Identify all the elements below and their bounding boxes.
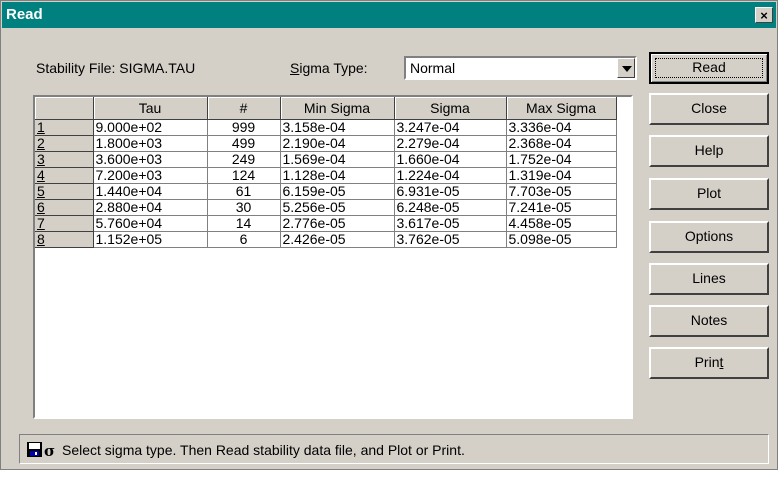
close-button[interactable]: Close bbox=[649, 93, 769, 125]
floppy-sigma-icon: σ bbox=[27, 442, 55, 458]
table-row[interactable]: 7 5.760e+04 14 2.776e-05 3.617e-05 4.458e-05 bbox=[35, 215, 617, 232]
window-title: Read bbox=[6, 6, 43, 23]
read-dialog: Read × Stability File: SIGMA.TAU Sigma T… bbox=[0, 0, 778, 470]
sigma-table: Tau # Min Sigma Sigma Max Sigma 1 9.000e+… bbox=[35, 97, 617, 248]
table-row[interactable]: 8 1.152e+05 6 2.426e-05 3.762e-05 5.098e-05 bbox=[35, 231, 617, 248]
read-button[interactable]: Read bbox=[649, 52, 769, 84]
sigma-cell[interactable]: 1.224e-04 bbox=[394, 167, 507, 184]
status-message: Select sigma type. Then Read stability d… bbox=[62, 442, 465, 458]
table-row[interactable]: 6 2.880e+04 30 5.256e-05 6.248e-05 7.241e-05 bbox=[35, 199, 617, 216]
sigma-type-select[interactable]: Normal bbox=[404, 56, 637, 80]
column-header-sigma[interactable]: Sigma bbox=[394, 97, 507, 120]
tau-cell[interactable]: 3.600e+03 bbox=[93, 151, 208, 168]
column-header-tau[interactable]: Tau bbox=[93, 97, 208, 120]
title-bar: Read × bbox=[2, 2, 776, 28]
sigma-cell[interactable]: 3.762e-05 bbox=[394, 231, 507, 248]
tau-cell[interactable]: 1.440e+04 bbox=[93, 183, 208, 200]
max-sigma-cell[interactable]: 1.319e-04 bbox=[506, 167, 617, 184]
min-sigma-cell[interactable]: 1.569e-04 bbox=[280, 151, 395, 168]
column-header-min-sigma[interactable]: Min Sigma bbox=[280, 97, 395, 120]
column-header-max-sigma[interactable]: Max Sigma bbox=[506, 97, 617, 120]
table-row[interactable]: 1 9.000e+02 999 3.158e-04 3.247e-04 3.336e-04 bbox=[35, 119, 617, 136]
max-sigma-cell[interactable]: 7.241e-05 bbox=[506, 199, 617, 216]
table-header-row: Tau # Min Sigma Sigma Max Sigma bbox=[35, 97, 617, 120]
row-header[interactable]: 1 bbox=[35, 119, 94, 136]
lines-button[interactable]: Lines bbox=[649, 263, 769, 295]
count-cell[interactable]: 61 bbox=[207, 183, 281, 200]
print-button[interactable]: Print bbox=[649, 347, 769, 379]
dropdown-arrow-icon[interactable] bbox=[617, 58, 635, 78]
max-sigma-cell[interactable]: 2.368e-04 bbox=[506, 135, 617, 152]
sigma-type-value: Normal bbox=[410, 60, 456, 76]
count-cell[interactable]: 6 bbox=[207, 231, 281, 248]
status-bar: σ Select sigma type. Then Read stability… bbox=[19, 434, 769, 464]
row-header[interactable]: 7 bbox=[35, 215, 94, 232]
row-header[interactable]: 4 bbox=[35, 167, 94, 184]
notes-button[interactable]: Notes bbox=[649, 305, 769, 337]
tau-cell[interactable]: 5.760e+04 bbox=[93, 215, 208, 232]
options-button[interactable]: Options bbox=[649, 221, 769, 253]
help-button[interactable]: Help bbox=[649, 135, 769, 167]
tau-cell[interactable]: 9.000e+02 bbox=[93, 119, 208, 136]
count-cell[interactable]: 30 bbox=[207, 199, 281, 216]
column-header-corner[interactable] bbox=[35, 97, 94, 120]
min-sigma-cell[interactable]: 2.426e-05 bbox=[280, 231, 395, 248]
min-sigma-cell[interactable]: 6.159e-05 bbox=[280, 183, 395, 200]
sigma-cell[interactable]: 2.279e-04 bbox=[394, 135, 507, 152]
sigma-data-grid[interactable]: Tau # Min Sigma Sigma Max Sigma 1 9.000e+… bbox=[33, 95, 633, 419]
tau-cell[interactable]: 2.880e+04 bbox=[93, 199, 208, 216]
row-header[interactable]: 5 bbox=[35, 183, 94, 200]
max-sigma-cell[interactable]: 1.752e-04 bbox=[506, 151, 617, 168]
count-cell[interactable]: 499 bbox=[207, 135, 281, 152]
max-sigma-cell[interactable]: 3.336e-04 bbox=[506, 119, 617, 136]
min-sigma-cell[interactable]: 2.190e-04 bbox=[280, 135, 395, 152]
count-cell[interactable]: 14 bbox=[207, 215, 281, 232]
count-cell[interactable]: 999 bbox=[207, 119, 281, 136]
row-header[interactable]: 2 bbox=[35, 135, 94, 152]
column-header-count[interactable]: # bbox=[207, 97, 281, 120]
sigma-cell[interactable]: 3.247e-04 bbox=[394, 119, 507, 136]
table-row[interactable]: 2 1.800e+03 499 2.190e-04 2.279e-04 2.368e-04 bbox=[35, 135, 617, 152]
min-sigma-cell[interactable]: 1.128e-04 bbox=[280, 167, 395, 184]
min-sigma-cell[interactable]: 5.256e-05 bbox=[280, 199, 395, 216]
sigma-cell[interactable]: 1.660e-04 bbox=[394, 151, 507, 168]
tau-cell[interactable]: 1.800e+03 bbox=[93, 135, 208, 152]
row-header[interactable]: 3 bbox=[35, 151, 94, 168]
sigma-type-label: Sigma Type: bbox=[290, 60, 368, 76]
table-row[interactable]: 4 7.200e+03 124 1.128e-04 1.224e-04 1.319e-04 bbox=[35, 167, 617, 184]
plot-button[interactable]: Plot bbox=[649, 178, 769, 210]
count-cell[interactable]: 249 bbox=[207, 151, 281, 168]
row-header[interactable]: 8 bbox=[35, 231, 94, 248]
min-sigma-cell[interactable]: 2.776e-05 bbox=[280, 215, 395, 232]
table-row[interactable]: 3 3.600e+03 249 1.569e-04 1.660e-04 1.752e-04 bbox=[35, 151, 617, 168]
row-header[interactable]: 6 bbox=[35, 199, 94, 216]
max-sigma-cell[interactable]: 5.098e-05 bbox=[506, 231, 617, 248]
table-row[interactable]: 5 1.440e+04 61 6.159e-05 6.931e-05 7.703e-05 bbox=[35, 183, 617, 200]
close-window-button[interactable]: × bbox=[755, 7, 773, 23]
count-cell[interactable]: 124 bbox=[207, 167, 281, 184]
sigma-cell[interactable]: 3.617e-05 bbox=[394, 215, 507, 232]
sigma-cell[interactable]: 6.248e-05 bbox=[394, 199, 507, 216]
svg-text:σ: σ bbox=[44, 442, 55, 458]
max-sigma-cell[interactable]: 7.703e-05 bbox=[506, 183, 617, 200]
max-sigma-cell[interactable]: 4.458e-05 bbox=[506, 215, 617, 232]
stability-file-label: Stability File: SIGMA.TAU bbox=[36, 60, 196, 76]
min-sigma-cell[interactable]: 3.158e-04 bbox=[280, 119, 395, 136]
tau-cell[interactable]: 1.152e+05 bbox=[93, 231, 208, 248]
tau-cell[interactable]: 7.200e+03 bbox=[93, 167, 208, 184]
sigma-cell[interactable]: 6.931e-05 bbox=[394, 183, 507, 200]
